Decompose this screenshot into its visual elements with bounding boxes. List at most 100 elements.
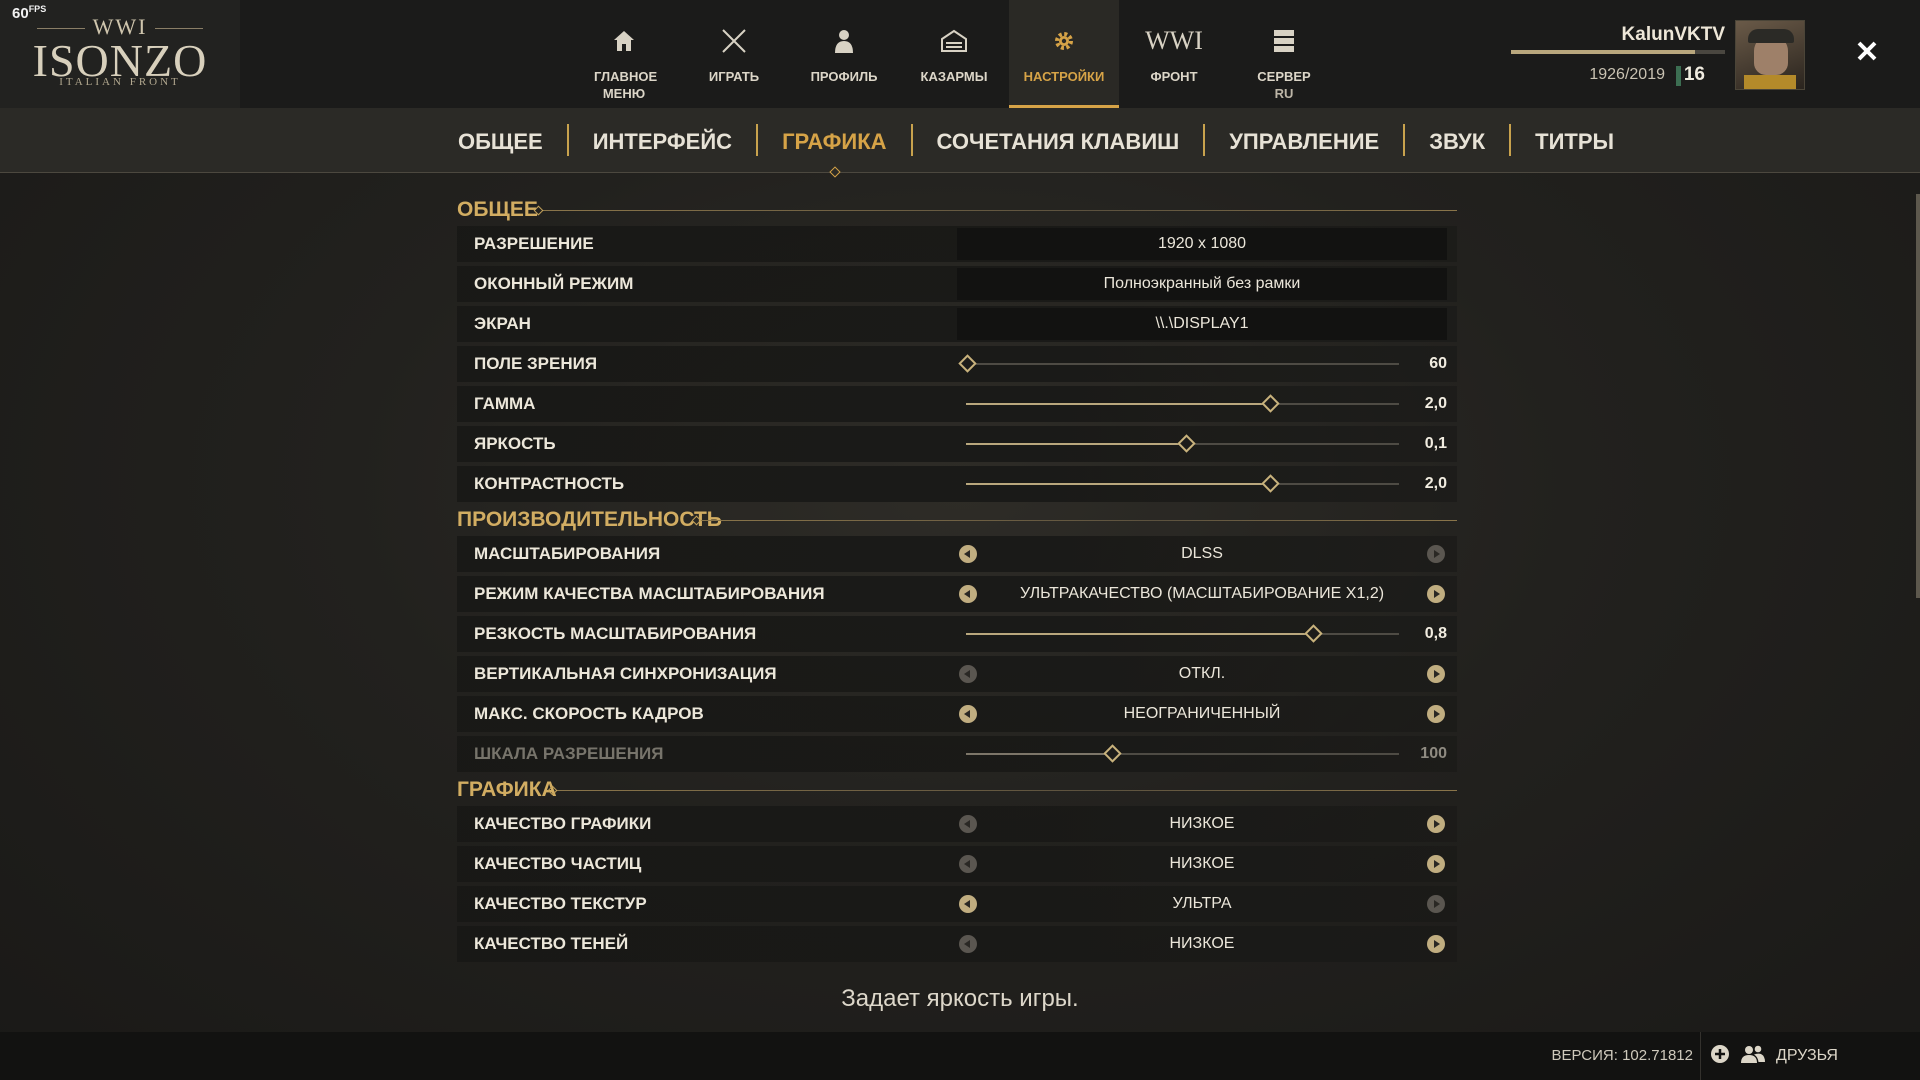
nav-label: СЕРВЕР RU [1229, 68, 1339, 102]
arrow-left-icon[interactable] [959, 585, 977, 603]
arrow-right-icon[interactable] [1427, 585, 1445, 603]
nav-label: КАЗАРМЫ [920, 69, 988, 84]
slider-fill [966, 403, 1270, 405]
setting-texture-quality: КАЧЕСТВО ТЕКСТУР УЛЬТРА [457, 886, 1457, 922]
tab-general[interactable]: ОБЩЕЕ [434, 108, 567, 172]
crossed-swords-icon [679, 26, 789, 56]
server-region: RU [1274, 86, 1294, 101]
slider-handle[interactable] [1176, 434, 1196, 453]
friends-button[interactable]: ДРУЗЬЯ [1710, 1032, 1838, 1080]
slider-handle[interactable] [1261, 394, 1280, 413]
setting-label: ШКАЛА РАЗРЕШЕНИЯ [474, 744, 664, 763]
nav-profile[interactable]: ПРОФИЛЬ [789, 0, 899, 108]
brightness-slider[interactable] [966, 434, 1399, 453]
footer-divider [1700, 1032, 1701, 1080]
server-icon [1229, 26, 1339, 56]
tab-graphics[interactable]: ГРАФИКА [758, 108, 910, 172]
username: KalunVKTV [1621, 24, 1725, 45]
arrow-left-icon[interactable] [959, 705, 977, 723]
nav-settings[interactable]: НАСТРОЙКИ [1009, 0, 1119, 108]
xp-value: 1926/2019 [1589, 66, 1665, 83]
slider-value: 2,0 [1424, 475, 1447, 492]
section-divider [543, 210, 1457, 211]
tab-keybindings[interactable]: СОЧЕТАНИЯ КЛАВИШ [913, 108, 1204, 172]
setting-label: ВЕРТИКАЛЬНАЯ СИНХРОНИЗАЦИЯ [474, 664, 777, 683]
tab-controls[interactable]: УПРАВЛЕНИЕ [1205, 108, 1403, 172]
arrow-right-icon[interactable] [1427, 895, 1445, 913]
setting-window-mode: ОКОННЫЙ РЕЖИМ Полноэкранный без рамки [457, 266, 1457, 302]
section-title: ОБЩЕЕ [457, 198, 538, 221]
barracks-icon [899, 26, 1009, 56]
selector-value: НИЗКОЕ [1169, 855, 1235, 872]
arrow-left-icon[interactable] [959, 545, 977, 563]
arrow-right-icon[interactable] [1427, 855, 1445, 873]
settings-tabs: ОБЩЕЕ ИНТЕРФЕЙС ГРАФИКА СОЧЕТАНИЯ КЛАВИШ… [0, 108, 1920, 173]
setting-particle-quality: КАЧЕСТВО ЧАСТИЦ НИЗКОЕ [457, 846, 1457, 882]
settings-scrollbar[interactable] [1916, 194, 1920, 598]
section-title: ГРАФИКА [457, 778, 557, 801]
xp-bar [1511, 50, 1725, 54]
arrow-right-icon[interactable] [1427, 815, 1445, 833]
tab-sound[interactable]: ЗВУК [1405, 108, 1509, 172]
setting-label: КАЧЕСТВО ТЕНЕЙ [474, 934, 629, 953]
sharpness-slider[interactable] [966, 624, 1399, 643]
setting-resolution: РАЗРЕШЕНИЕ 1920 x 1080 [457, 226, 1457, 262]
tab-interface[interactable]: ИНТЕРФЕЙС [569, 108, 756, 172]
slider-handle[interactable] [958, 354, 977, 373]
arrow-right-icon[interactable] [1427, 665, 1445, 683]
setting-resolution-scale: ШКАЛА РАЗРЕШЕНИЯ 100 [457, 736, 1457, 772]
slider-fill [966, 753, 1112, 755]
arrow-left-icon[interactable] [959, 935, 977, 953]
user-info[interactable]: KalunVKTV 1926/2019 16 [1510, 20, 1725, 90]
setting-label: КАЧЕСТВО ГРАФИКИ [474, 814, 652, 833]
setting-gamma: ГАММА 2,0 [457, 386, 1457, 422]
slider-value: 0,8 [1424, 625, 1447, 642]
setting-contrast: КОНТРАСТНОСТЬ 2,0 [457, 466, 1457, 502]
version-label: ВЕРСИЯ: 102.71812 [1551, 1047, 1693, 1064]
slider-fill [966, 633, 1313, 635]
slider-handle [1103, 744, 1122, 763]
nav-server[interactable]: СЕРВЕР RU [1229, 0, 1339, 108]
slider-value: 60 [1429, 355, 1447, 372]
selector-value: НЕОГРАНИЧЕННЫЙ [1123, 705, 1281, 722]
setting-vsync: ВЕРТИКАЛЬНАЯ СИНХРОНИЗАЦИЯ ОТКЛ. [457, 656, 1457, 692]
setting-upscaling-sharpness: РЕЗКОСТЬ МАСШТАБИРОВАНИЯ 0,8 [457, 616, 1457, 652]
arrow-right-icon[interactable] [1427, 935, 1445, 953]
arrow-right-icon[interactable] [1427, 545, 1445, 563]
arrow-left-icon[interactable] [959, 815, 977, 833]
arrow-left-icon[interactable] [959, 665, 977, 683]
setting-brightness: ЯРКОСТЬ 0,1 [457, 426, 1457, 462]
setting-graphics-quality: КАЧЕСТВО ГРАФИКИ НИЗКОЕ [457, 806, 1457, 842]
nav-barracks[interactable]: КАЗАРМЫ [899, 0, 1009, 108]
setting-screen: ЭКРАН \\.\DISPLAY1 [457, 306, 1457, 342]
nav-play[interactable]: ИГРАТЬ [679, 0, 789, 108]
tab-credits[interactable]: ТИТРЫ [1511, 108, 1638, 172]
slider-value: 0,1 [1424, 435, 1447, 452]
gear-icon [1009, 26, 1119, 56]
add-friend-icon[interactable] [1710, 1044, 1730, 1069]
screen-dropdown[interactable]: \\.\DISPLAY1 [957, 308, 1447, 340]
setting-label: РЕЗКОСТЬ МАСШТАБИРОВАНИЯ [474, 624, 757, 643]
avatar[interactable] [1735, 20, 1805, 90]
fov-slider[interactable] [958, 354, 1399, 373]
resolution-dropdown[interactable]: 1920 x 1080 [957, 228, 1447, 260]
nav-front[interactable]: WWI ФРОНТ [1119, 0, 1229, 108]
setting-max-fps: МАКС. СКОРОСТЬ КАДРОВ НЕОГРАНИЧЕННЫЙ [457, 696, 1457, 732]
arrow-left-icon[interactable] [959, 855, 977, 873]
arrow-left-icon[interactable] [959, 895, 977, 913]
slider-handle[interactable] [1261, 474, 1280, 493]
top-bar: WWI ISONZO ITALIAN FRONT 60FPS ГЛАВНОЕ М… [0, 0, 1920, 108]
gamma-slider[interactable] [966, 394, 1399, 413]
section-general: ОБЩЕЕ [457, 196, 1457, 226]
slider-handle[interactable] [1304, 624, 1324, 643]
arrow-right-icon[interactable] [1427, 705, 1445, 723]
contrast-slider[interactable] [966, 474, 1399, 493]
window-mode-dropdown[interactable]: Полноэкранный без рамки [957, 268, 1447, 300]
nav-main-menu[interactable]: ГЛАВНОЕ МЕНЮ [569, 0, 679, 108]
fps-unit: FPS [28, 4, 47, 14]
selector-value: УЛЬТРАКАЧЕСТВО (МАСШТАБИРОВАНИЕ X1,2) [1019, 585, 1385, 602]
setting-label: ПОЛЕ ЗРЕНИЯ [474, 354, 598, 373]
friends-icon [1740, 1044, 1766, 1069]
close-icon[interactable] [1852, 36, 1882, 66]
setting-label: КАЧЕСТВО ТЕКСТУР [474, 894, 647, 913]
